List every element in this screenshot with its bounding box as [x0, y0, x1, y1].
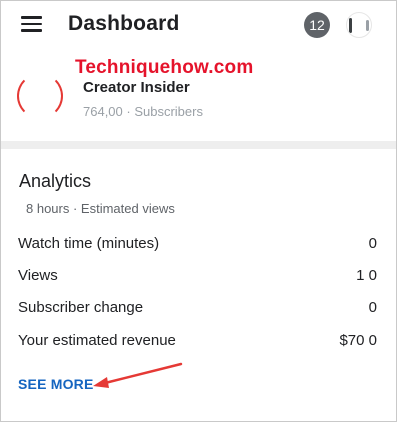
metric-row-views: Views 1 0	[1, 263, 396, 291]
analytics-title: Analytics	[19, 171, 92, 191]
channel-subscribers: 764,00 · Subscribers	[83, 104, 203, 119]
metric-row-estimated-revenue: Your estimated revenue $70 0	[1, 328, 396, 356]
section-divider	[1, 141, 396, 149]
metric-value: 0	[368, 299, 377, 316]
metric-label: Watch time (minutes)	[18, 235, 160, 252]
metric-row-subscriber-change: Subscriber change 0	[1, 295, 396, 323]
metric-label: Views	[18, 267, 58, 284]
analytics-subtitle: 8 hours · Estimated views	[26, 201, 175, 216]
annotation-arrow-icon	[93, 362, 183, 388]
metric-label: Subscriber change	[18, 299, 144, 316]
metric-row-watch-time: Watch time (minutes) 0	[1, 231, 396, 259]
metric-value: $70 0	[339, 332, 377, 349]
notifications-badge[interactable]: 12	[304, 12, 330, 38]
top-app-bar: Dashboard 12	[1, 1, 396, 49]
metric-label: Your estimated revenue	[18, 332, 176, 349]
channel-avatar	[17, 73, 63, 119]
analytics-card: Analytics 8 hours · Estimated views Watc…	[1, 149, 396, 421]
metric-value: 1 0	[356, 267, 377, 284]
app-frame: Dashboard 12 Creator Insider 764,00 · Su…	[0, 0, 397, 422]
page-title: Dashboard	[68, 12, 180, 35]
hamburger-menu-icon[interactable]	[21, 16, 42, 32]
metric-value: 0	[368, 235, 377, 252]
channel-card[interactable]: Creator Insider 764,00 · Subscribers Tec…	[1, 49, 396, 141]
channel-name: Creator Insider	[83, 79, 190, 96]
watermark-text: Techniquehow.com	[73, 57, 256, 79]
account-avatar[interactable]	[346, 12, 372, 38]
see-more-button[interactable]: SEE MORE	[18, 376, 94, 392]
